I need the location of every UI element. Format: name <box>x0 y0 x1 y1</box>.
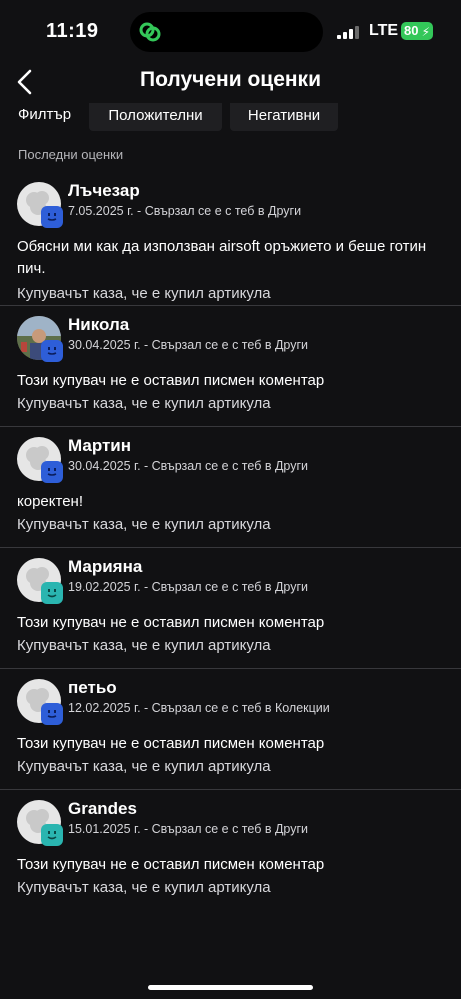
review-comment: Този купувач не е оставил писмен комента… <box>17 735 325 752</box>
review-comment: Този купувач не е оставил писмен комента… <box>17 372 325 389</box>
badge-blue-icon <box>41 703 63 725</box>
reviews-list: Лъчезар 7.05.2025 г. - Свързал се е с те… <box>0 172 461 911</box>
review-meta: 12.02.2025 г. - Свързал се е с теб в Кол… <box>68 701 330 715</box>
review-item[interactable]: Grandes 15.01.2025 г. - Свързал се е с т… <box>0 790 461 911</box>
status-time: 11:19 <box>46 20 99 42</box>
reviewer-name[interactable]: Мартин <box>68 436 131 456</box>
review-item[interactable]: Марияна 19.02.2025 г. - Свързал се е с т… <box>0 548 461 669</box>
buyer-confirmation: Купувачът каза, че е купил артикула <box>17 637 271 654</box>
filter-positive-chip[interactable]: Положителни <box>89 103 222 131</box>
section-heading: Последни оценки <box>18 147 124 162</box>
reviewer-name[interactable]: Лъчезар <box>68 181 140 201</box>
home-indicator[interactable] <box>148 985 313 990</box>
badge-blue-icon <box>41 461 63 483</box>
review-meta: 7.05.2025 г. - Свързал се е с теб в Друг… <box>68 204 302 218</box>
dynamic-island <box>130 12 323 52</box>
status-bar: 11:19 LTE 80 ⚡ <box>0 0 461 62</box>
review-comment: Този купувач не е оставил писмен комента… <box>17 614 325 631</box>
network-type: LTE <box>369 22 399 39</box>
avatar[interactable] <box>17 800 63 846</box>
avatar[interactable] <box>17 679 63 725</box>
review-comment: коректен! <box>17 493 83 510</box>
avatar[interactable] <box>17 558 63 604</box>
avatar[interactable] <box>17 316 63 362</box>
battery-icon: 80 ⚡ <box>401 22 433 40</box>
review-meta: 30.04.2025 г. - Свързал се е с теб в Дру… <box>68 459 309 473</box>
reviewer-name[interactable]: Grandes <box>68 799 137 819</box>
reviewer-name[interactable]: петьо <box>68 678 117 698</box>
charging-bolt-icon: ⚡ <box>421 25 430 39</box>
battery-level: 80 <box>404 23 419 38</box>
filter-bar: Филтър Положителни Негативни <box>0 103 461 131</box>
badge-teal-icon <box>41 582 63 604</box>
signal-icon <box>337 25 361 39</box>
buyer-confirmation: Купувачът каза, че е купил артикула <box>17 285 271 302</box>
filter-negative-chip[interactable]: Негативни <box>230 103 338 131</box>
review-item[interactable]: Никола 30.04.2025 г. - Свързал се е с те… <box>0 306 461 427</box>
filter-label[interactable]: Филтър <box>18 106 71 123</box>
review-item[interactable]: Лъчезар 7.05.2025 г. - Свързал се е с те… <box>0 172 461 306</box>
buyer-confirmation: Купувачът каза, че е купил артикула <box>17 395 271 412</box>
reviewer-name[interactable]: Никола <box>68 315 129 335</box>
badge-blue-icon <box>41 340 63 362</box>
link-rings-icon <box>139 22 161 42</box>
nav-header: Получени оценки <box>0 62 461 102</box>
reviewer-name[interactable]: Марияна <box>68 557 142 577</box>
review-meta: 19.02.2025 г. - Свързал се е с теб в Дру… <box>68 580 309 594</box>
avatar[interactable] <box>17 437 63 483</box>
buyer-confirmation: Купувачът каза, че е купил артикула <box>17 758 271 775</box>
review-comment: Този купувач не е оставил писмен комента… <box>17 856 325 873</box>
buyer-confirmation: Купувачът каза, че е купил артикула <box>17 516 271 533</box>
review-item[interactable]: Мартин 30.04.2025 г. - Свързал се е с те… <box>0 427 461 548</box>
badge-blue-icon <box>41 206 63 228</box>
buyer-confirmation: Купувачът каза, че е купил артикула <box>17 879 271 896</box>
review-item[interactable]: петьо 12.02.2025 г. - Свързал се е с теб… <box>0 669 461 790</box>
review-meta: 30.04.2025 г. - Свързал се е с теб в Дру… <box>68 338 309 352</box>
page-title: Получени оценки <box>140 68 321 91</box>
review-comment: Обясни ми как да използван airsoft оръжи… <box>17 238 427 277</box>
badge-teal-icon <box>41 824 63 846</box>
avatar[interactable] <box>17 182 63 228</box>
review-meta: 15.01.2025 г. - Свързал се е с теб в Дру… <box>68 822 309 836</box>
